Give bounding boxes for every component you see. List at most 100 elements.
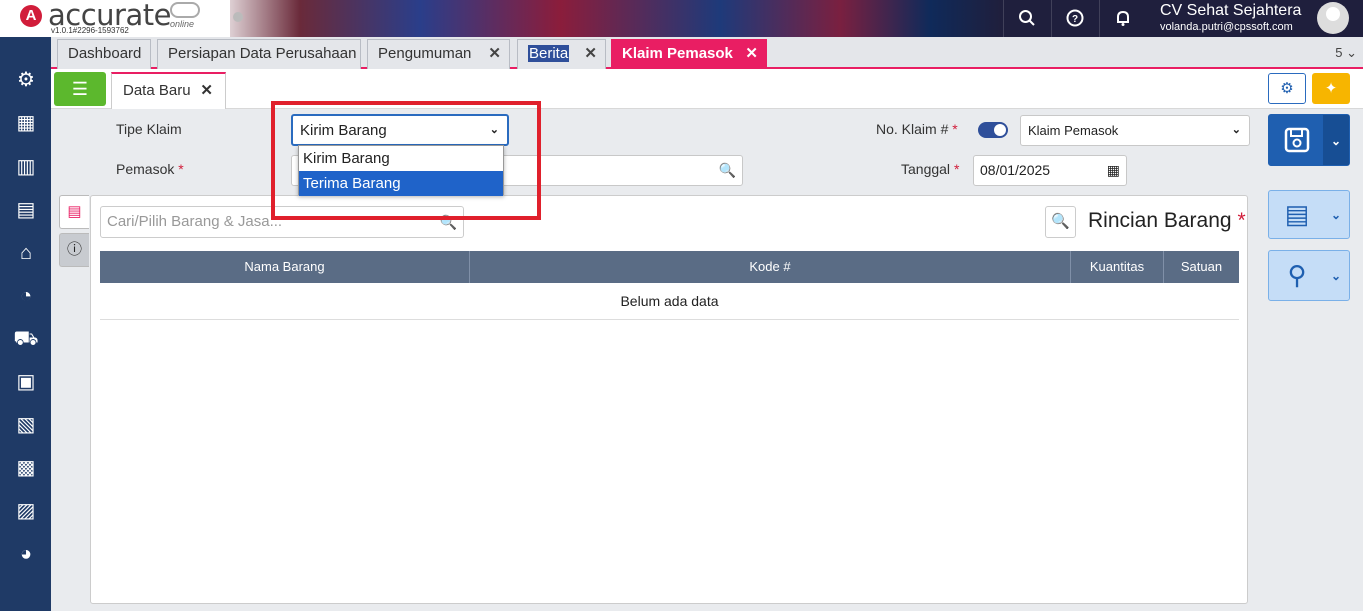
tipe-klaim-select[interactable]: Kirim Barang ⌄ bbox=[291, 114, 509, 146]
tipe-klaim-label: Tipe Klaim bbox=[116, 121, 182, 137]
tanggal-label: Tanggal * bbox=[901, 161, 959, 177]
cloud-icon bbox=[170, 2, 200, 18]
tab-klaim-pemasok[interactable]: Klaim Pemasok ✕ bbox=[611, 39, 767, 69]
tab-label: Pengumuman bbox=[378, 45, 472, 62]
tabs-bar: Dashboard Persiapan Data Perusahaan Peng… bbox=[51, 37, 1363, 69]
help-icon[interactable]: ? bbox=[1051, 0, 1097, 37]
option-terima-barang[interactable]: Terima Barang bbox=[299, 171, 503, 196]
chevron-down-icon: ⌄ bbox=[1231, 124, 1241, 136]
document-icon: ▤ bbox=[1284, 199, 1310, 229]
search-icon[interactable]: 🔍 bbox=[719, 156, 736, 185]
column-kuantitas[interactable]: Kuantitas bbox=[1071, 251, 1164, 283]
close-icon[interactable]: ✕ bbox=[745, 40, 758, 68]
logo-mark-icon: A bbox=[20, 5, 42, 27]
required-marker: * bbox=[178, 161, 184, 177]
tab-dashboard[interactable]: Dashboard bbox=[57, 39, 151, 69]
report-chart-icon[interactable]: ◕ bbox=[13, 541, 39, 567]
logo-subtext: online bbox=[170, 19, 195, 29]
save-button[interactable]: ⌄ bbox=[1268, 114, 1350, 166]
tab-persiapan[interactable]: Persiapan Data Perusahaan bbox=[157, 39, 361, 69]
tab-label: Persiapan Data Perusahaan bbox=[168, 45, 357, 62]
tab-pengumuman[interactable]: Pengumuman ✕ bbox=[367, 39, 510, 69]
search-icon[interactable] bbox=[1003, 0, 1049, 37]
chevron-down-icon: ⌄ bbox=[1346, 45, 1357, 60]
subtab-label: Data Baru bbox=[123, 82, 191, 99]
info-tab[interactable]: ⓘ bbox=[59, 233, 89, 267]
sidebar: ⚙ ▦ ▥ ▤ ⌂ ◔ ⛟ ▣ ▧ ▩ ▨ ◕ bbox=[0, 37, 51, 611]
auto-number-toggle[interactable] bbox=[978, 122, 1008, 138]
bank-icon[interactable]: ⌂ bbox=[13, 240, 39, 266]
no-klaim-select[interactable]: Klaim Pemasok ⌄ bbox=[1020, 115, 1250, 146]
no-klaim-value: Klaim Pemasok bbox=[1028, 123, 1119, 138]
building-icon[interactable]: ▥ bbox=[13, 154, 39, 180]
tanggal-label-text: Tanggal bbox=[901, 161, 951, 177]
document-icon: ▤ bbox=[67, 203, 82, 220]
tipe-klaim-value: Kirim Barang bbox=[300, 122, 387, 139]
no-klaim-label: No. Klaim # * bbox=[876, 121, 958, 137]
document-menu-button[interactable]: ▤ ⌄ bbox=[1268, 190, 1350, 239]
trolley-icon[interactable]: ▣ bbox=[13, 369, 39, 395]
tab-label: Berita bbox=[528, 45, 570, 62]
section-title-text: Rincian Barang bbox=[1088, 209, 1232, 232]
item-search-input[interactable]: Cari/Pilih Barang & Jasa... 🔍 bbox=[100, 206, 464, 238]
logo[interactable]: A accurate online v1.0.1#2296-1593762 bbox=[0, 0, 230, 37]
search-icon[interactable]: 🔍 bbox=[440, 207, 457, 237]
tipe-klaim-dropdown: Kirim Barang Terima Barang bbox=[298, 145, 504, 196]
close-icon[interactable]: ✕ bbox=[488, 40, 501, 68]
close-icon[interactable]: ✕ bbox=[584, 40, 597, 68]
info-icon: ⓘ bbox=[66, 241, 82, 258]
search-button[interactable]: 🔍 bbox=[1045, 206, 1076, 238]
svg-text:?: ? bbox=[1071, 14, 1077, 25]
version-text: v1.0.1#2296-1593762 bbox=[51, 26, 129, 35]
tanggal-input[interactable]: 08/01/2025 ▦ bbox=[973, 155, 1127, 186]
chevron-down-icon: ⌄ bbox=[489, 124, 499, 136]
tab-count-value: 5 bbox=[1335, 45, 1343, 60]
company-name[interactable]: CV Sehat Sejahtera bbox=[1160, 2, 1301, 20]
lightbulb-button[interactable]: ✦ bbox=[1312, 73, 1350, 104]
column-satuan[interactable]: Satuan bbox=[1164, 251, 1239, 283]
sub-bar: ☰ Data Baru ✕ ⚙ ✦ bbox=[51, 69, 1363, 109]
tab-label: Dashboard bbox=[68, 45, 142, 62]
column-kode[interactable]: Kode # bbox=[470, 251, 1071, 283]
table-header: Nama Barang Kode # Kuantitas Satuan bbox=[100, 251, 1239, 283]
chevron-down-icon[interactable]: ⌄ bbox=[1323, 115, 1349, 165]
money-bag-icon[interactable]: ◔ bbox=[13, 283, 39, 309]
list-menu-button[interactable]: ☰ bbox=[54, 72, 106, 106]
section-title: Rincian Barang * bbox=[1088, 209, 1246, 233]
save-icon bbox=[1269, 115, 1325, 165]
attachment-button[interactable]: ⚲ ⌄ bbox=[1268, 250, 1350, 301]
bell-icon[interactable] bbox=[1099, 0, 1145, 37]
option-kirim-barang[interactable]: Kirim Barang bbox=[299, 146, 503, 171]
close-icon[interactable]: ✕ bbox=[200, 74, 213, 108]
required-marker: * bbox=[953, 161, 960, 177]
settings-icon[interactable]: ⚙ bbox=[13, 67, 39, 93]
tanggal-value: 08/01/2025 bbox=[980, 162, 1051, 178]
required-marker: * bbox=[952, 121, 958, 137]
column-nama-barang[interactable]: Nama Barang bbox=[100, 251, 470, 283]
tax-icon[interactable]: ▨ bbox=[13, 498, 39, 524]
calendar-icon[interactable]: ▦ bbox=[1107, 156, 1120, 185]
item-search-placeholder: Cari/Pilih Barang & Jasa... bbox=[107, 213, 283, 230]
tab-count[interactable]: 5 ⌄ bbox=[1335, 45, 1357, 61]
status-dot bbox=[233, 12, 243, 22]
cart-icon[interactable]: ⛟ bbox=[13, 326, 39, 352]
warehouse-icon[interactable]: ▧ bbox=[13, 412, 39, 438]
settings-button[interactable]: ⚙ bbox=[1268, 73, 1306, 104]
tab-berita[interactable]: Berita ✕ bbox=[517, 39, 606, 69]
tab-data-baru[interactable]: Data Baru ✕ bbox=[111, 72, 226, 109]
required-marker: * bbox=[1237, 209, 1246, 232]
cash-register-icon[interactable]: ▦ bbox=[13, 110, 39, 136]
book-icon[interactable]: ▤ bbox=[13, 197, 39, 223]
pemasok-label-text: Pemasok bbox=[116, 161, 175, 177]
pemasok-label: Pemasok * bbox=[116, 161, 184, 177]
empty-state: Belum ada data bbox=[100, 283, 1239, 320]
top-bar: A accurate online v1.0.1#2296-1593762 ? … bbox=[0, 0, 1363, 37]
user-email: volanda.putri@cpssoft.com bbox=[1160, 21, 1293, 33]
paperclip-icon: ⚲ bbox=[1287, 260, 1307, 290]
tab-label: Klaim Pemasok bbox=[622, 45, 733, 62]
chevron-down-icon[interactable]: ⌄ bbox=[1323, 191, 1349, 238]
chevron-down-icon[interactable]: ⌄ bbox=[1323, 251, 1349, 300]
conveyor-icon[interactable]: ▩ bbox=[13, 455, 39, 481]
avatar[interactable] bbox=[1317, 2, 1349, 34]
detail-tab[interactable]: ▤ bbox=[59, 195, 89, 229]
